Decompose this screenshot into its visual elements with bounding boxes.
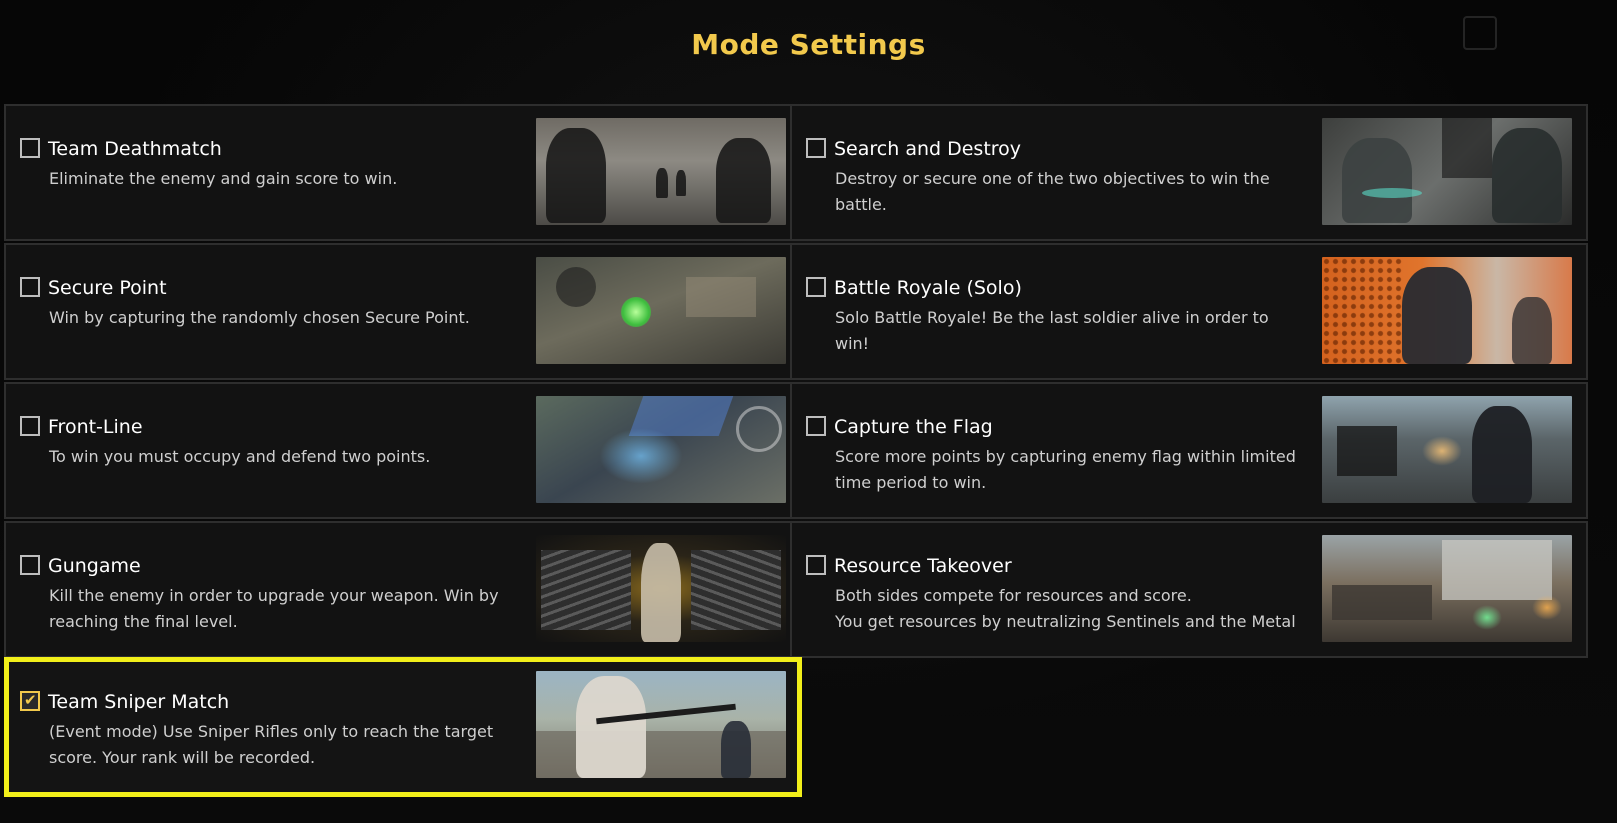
mode-checkbox[interactable] [806,416,826,436]
sniper-character-image [536,671,786,778]
mode-card-front-line[interactable]: Front-Line To win you must occupy and de… [4,382,802,519]
mode-checkbox[interactable] [20,555,40,575]
mode-name: Battle Royale (Solo) [834,277,1022,299]
mode-description: Destroy or secure one of the two objecti… [835,169,1270,214]
mode-checkbox[interactable] [806,138,826,158]
mode-card-capture-the-flag[interactable]: Capture the Flag Score more points by ca… [790,382,1588,519]
mode-checkbox[interactable] [806,555,826,575]
page-title: Mode Settings [691,28,926,61]
mode-description: Eliminate the enemy and gain score to wi… [49,169,398,188]
industrial-battle-image [1322,535,1572,642]
checkmark-icon: ✔ [24,691,37,709]
armored-soldiers-image [1322,118,1572,225]
mode-name: Capture the Flag [834,416,993,438]
mode-description: Kill the enemy in order to upgrade your … [49,586,499,631]
mode-card-team-deathmatch[interactable]: Team Deathmatch Eliminate the enemy and … [4,104,802,241]
mode-name: Team Deathmatch [48,138,222,160]
mode-name: Search and Destroy [834,138,1022,160]
mode-description: Solo Battle Royale! Be the last soldier … [835,308,1269,353]
mode-name: Resource Takeover [834,555,1012,577]
mode-checkbox[interactable] [20,416,40,436]
mode-name: Gungame [48,555,141,577]
aerial-map-image [536,257,786,364]
mode-checkbox[interactable] [20,277,40,297]
mode-description: Win by capturing the randomly chosen Sec… [49,308,470,327]
mode-card-search-and-destroy[interactable]: Search and Destroy Destroy or secure one… [790,104,1588,241]
mode-description: To win you must occupy and defend two po… [49,447,431,466]
weapons-character-image [536,535,786,642]
soldiers-street-image [536,118,786,225]
mode-checkbox[interactable] [20,138,40,158]
soldier-orange-wall-image [1322,257,1572,364]
mode-card-team-sniper-match[interactable]: ✔ Team Sniper Match (Event mode) Use Sni… [4,657,802,797]
mode-checkbox-checked[interactable]: ✔ [20,691,40,711]
mode-checkbox[interactable] [806,277,826,297]
mode-description: Score more points by capturing enemy fla… [835,447,1296,492]
mode-name: Secure Point [48,277,167,299]
mode-card-gungame[interactable]: Gungame Kill the enemy in order to upgra… [4,521,802,658]
mode-name: Front-Line [48,416,143,438]
mode-card-secure-point[interactable]: Secure Point Win by capturing the random… [4,243,802,380]
game-logo-icon [1463,16,1497,50]
mode-name: Team Sniper Match [48,691,230,713]
mode-description: (Event mode) Use Sniper Rifles only to r… [49,722,494,767]
mode-card-battle-royale-solo[interactable]: Battle Royale (Solo) Solo Battle Royale!… [790,243,1588,380]
mode-description: Both sides compete for resources and sco… [835,586,1296,631]
aerial-battle-image [536,396,786,503]
subway-soldier-image [1322,396,1572,503]
mode-card-resource-takeover[interactable]: Resource Takeover Both sides compete for… [790,521,1588,658]
